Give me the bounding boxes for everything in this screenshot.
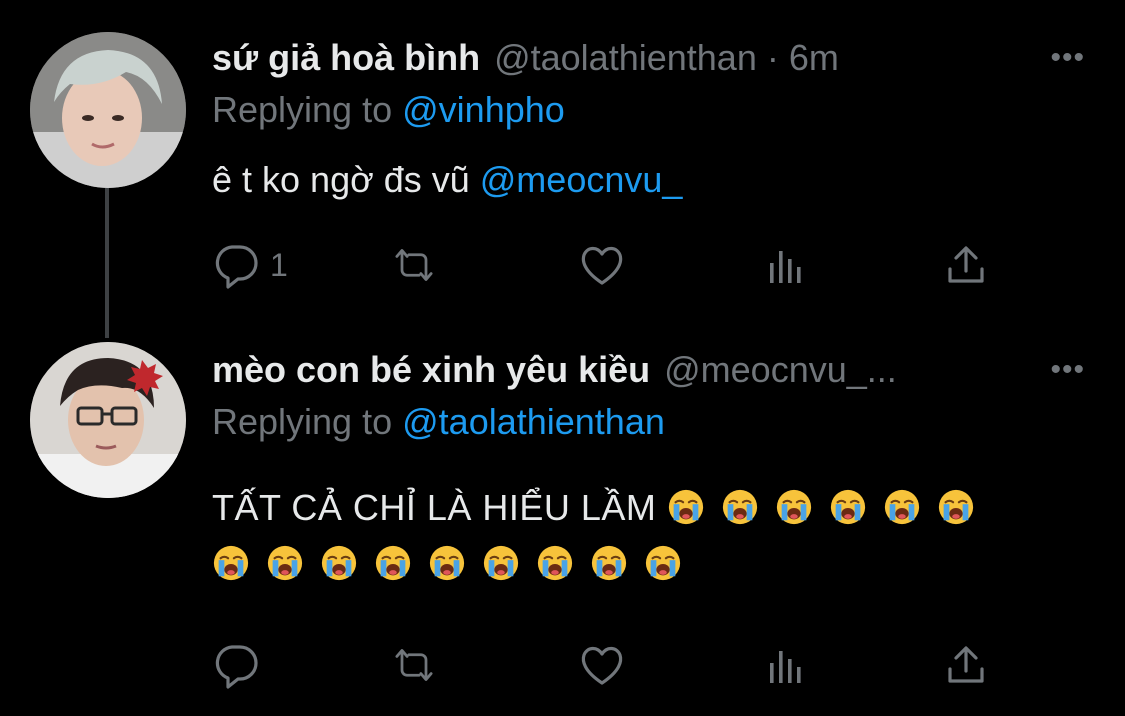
user-handle[interactable]: @taolathienthan xyxy=(494,36,757,80)
more-options-icon[interactable]: ••• xyxy=(1050,36,1085,80)
user-handle[interactable]: @meocnvu_... xyxy=(664,348,897,392)
tweet-header: sứ giả hoà bình @taolathienthan · 6m ••• xyxy=(212,36,1095,80)
like-button[interactable] xyxy=(578,640,626,690)
avatar-gray-hair-person-icon xyxy=(30,32,186,188)
emoji-group-line1 xyxy=(667,487,991,528)
display-name[interactable]: sứ giả hoà bình xyxy=(212,36,480,80)
tweet-text-content: TẤT CẢ CHỈ LÀ HIỂU LẦM xyxy=(212,487,657,528)
loudly-crying-face-emoji-icon xyxy=(590,544,628,582)
reply-icon xyxy=(215,645,258,689)
text-mention[interactable]: @meocnvu_ xyxy=(480,159,683,200)
loudly-crying-face-emoji-icon xyxy=(667,488,705,526)
heart-icon xyxy=(581,246,623,285)
reply-button[interactable] xyxy=(212,640,270,690)
loudly-crying-face-emoji-icon xyxy=(320,544,358,582)
action-bar: 1 xyxy=(212,240,1002,290)
loudly-crying-face-emoji-icon xyxy=(212,544,250,582)
loudly-crying-face-emoji-icon xyxy=(644,544,682,582)
loudly-crying-face-emoji-icon xyxy=(536,544,574,582)
emoji-group-line2 xyxy=(212,543,698,584)
share-button[interactable] xyxy=(942,240,990,290)
heart-icon xyxy=(581,646,623,685)
loudly-crying-face-emoji-icon xyxy=(428,544,466,582)
loudly-crying-face-emoji-icon xyxy=(721,488,759,526)
loudly-crying-face-emoji-icon xyxy=(829,488,867,526)
bar-chart-icon xyxy=(770,251,801,283)
replying-to-mention[interactable]: @vinhpho xyxy=(402,89,565,130)
tweet-1[interactable]: sứ giả hoà bình @taolathienthan · 6m •••… xyxy=(0,0,1125,330)
avatar-glasses-person-icon xyxy=(30,342,186,498)
retweet-icon xyxy=(395,249,433,281)
retweet-icon xyxy=(395,649,433,681)
tweet-text: ê t ko ngờ đs vũ @meocnvu_ xyxy=(212,152,1065,208)
loudly-crying-face-emoji-icon xyxy=(266,544,304,582)
reply-icon xyxy=(215,245,258,289)
replying-to: Replying to @vinhpho xyxy=(212,88,565,132)
retweet-button[interactable] xyxy=(390,640,438,690)
like-button[interactable] xyxy=(578,240,626,290)
share-icon xyxy=(948,646,984,683)
loudly-crying-face-emoji-icon xyxy=(775,488,813,526)
replying-to: Replying to @taolathienthan xyxy=(212,400,665,444)
timestamp[interactable]: 6m xyxy=(789,36,839,80)
more-options-icon[interactable]: ••• xyxy=(1050,348,1085,392)
retweet-button[interactable] xyxy=(390,240,438,290)
reply-button[interactable]: 1 xyxy=(212,240,288,290)
action-bar xyxy=(212,640,1002,690)
share-button[interactable] xyxy=(942,640,990,690)
views-button[interactable] xyxy=(762,240,810,290)
tweet-2[interactable]: mèo con bé xinh yêu kiều @meocnvu_... ••… xyxy=(0,330,1125,716)
replying-prefix: Replying to xyxy=(212,89,393,130)
tweet-header: mèo con bé xinh yêu kiều @meocnvu_... ••… xyxy=(212,348,1095,392)
views-button[interactable] xyxy=(762,640,810,690)
share-icon xyxy=(948,246,984,283)
replying-prefix: Replying to xyxy=(212,401,393,442)
loudly-crying-face-emoji-icon xyxy=(374,544,412,582)
tweet-thread: sứ giả hoà bình @taolathienthan · 6m •••… xyxy=(0,0,1125,716)
loudly-crying-face-emoji-icon xyxy=(937,488,975,526)
reply-count: 1 xyxy=(270,246,288,283)
avatar[interactable] xyxy=(30,32,186,188)
tweet-text: TẤT CẢ CHỈ LÀ HIỂU LẦM xyxy=(212,480,1065,592)
tweet-text-content: ê t ko ngờ đs vũ xyxy=(212,159,470,200)
loudly-crying-face-emoji-icon xyxy=(883,488,921,526)
replying-to-mention[interactable]: @taolathienthan xyxy=(402,401,665,442)
separator-dot: · xyxy=(766,37,779,78)
display-name[interactable]: mèo con bé xinh yêu kiều xyxy=(212,348,650,392)
avatar[interactable] xyxy=(30,342,186,498)
bar-chart-icon xyxy=(770,651,801,683)
loudly-crying-face-emoji-icon xyxy=(482,544,520,582)
